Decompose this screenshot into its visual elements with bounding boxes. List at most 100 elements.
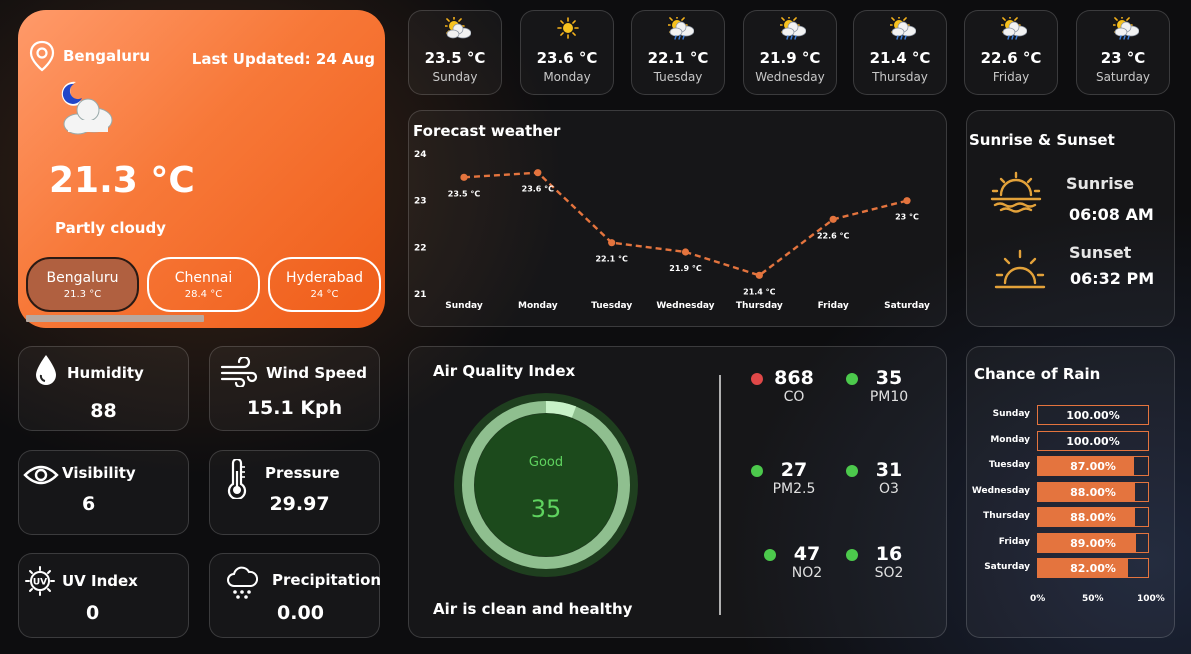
x-tick-label: Sunday: [445, 301, 483, 311]
city-scrollbar[interactable]: [26, 315, 204, 322]
rain-bar-label: 87.00%: [1070, 460, 1116, 473]
precipitation-value: 0.00: [277, 602, 324, 624]
rain-bar: 100.00%: [1037, 405, 1149, 425]
rain-row-friday: Friday 89.00%: [967, 532, 1176, 553]
pollutant-o3: 31 O3: [846, 459, 929, 497]
rain-row-saturday: Saturday 82.00%: [967, 558, 1176, 578]
pollutant-pm10: 35 PM10: [846, 367, 929, 405]
pollutant-no2: 47 NO2: [764, 543, 847, 581]
sun-cloud-rain-icon: [1113, 17, 1139, 41]
city-button-hyderabad[interactable]: Hyderabad 24 °C: [268, 257, 381, 312]
current-city: Bengaluru: [63, 47, 151, 65]
x-tick-label: Saturday: [884, 301, 930, 311]
rain-axis-label: 100%: [1137, 594, 1165, 604]
sun-icon: [557, 17, 583, 41]
pollutant-name: O3: [879, 481, 899, 497]
wind-speed-card: Wind Speed 15.1 Kph: [209, 346, 380, 431]
city-button-name: Bengaluru: [46, 270, 119, 286]
city-button-bengaluru[interactable]: Bengaluru 21.3 °C: [26, 257, 139, 312]
city-button-name: Chennai: [174, 270, 233, 286]
rain-row-thursday: Thursday 88.00%: [967, 507, 1176, 527]
aqi-footer: Air is clean and healthy: [433, 600, 633, 618]
rain-bar: 100.00%: [1037, 430, 1149, 451]
y-tick-label: 24: [414, 150, 427, 160]
day-card-friday: 22.6 °C Friday: [964, 10, 1058, 95]
day-card-wednesday: 21.9 °C Wednesday: [743, 10, 837, 95]
forecast-data-label: 21.4 °C: [743, 287, 776, 296]
day-temperature: 23.5 °C: [424, 49, 486, 67]
pressure-label: Pressure: [265, 464, 340, 482]
day-temperature: 22.1 °C: [647, 49, 709, 67]
sunrise-label: Sunrise: [1066, 174, 1135, 193]
rain-bar-label: 100.00%: [1066, 409, 1120, 422]
sunset-time: 06:32 PM: [1070, 269, 1155, 288]
aqi-title: Air Quality Index: [433, 362, 576, 380]
pollutant-name: PM10: [869, 389, 909, 405]
day-temperature: 23.6 °C: [536, 49, 598, 67]
sun-cloud-icon: [445, 17, 471, 41]
rain-bar: 82.00%: [1037, 558, 1149, 578]
aqi-gauge: [454, 393, 638, 577]
pressure-card: Pressure 29.97: [209, 450, 380, 535]
sunrise-sunset-card: Sunrise & Sunset Sunrise 06:08 AM Sunset…: [966, 110, 1175, 327]
forecast-point: [534, 169, 542, 177]
rain-bar-label: 82.00%: [1070, 562, 1116, 575]
rain-day-label: Wednesday: [971, 485, 1030, 496]
pollutant-name: NO2: [791, 565, 823, 581]
day-name: Saturday: [1095, 70, 1151, 84]
rain-day-label: Tuesday: [988, 460, 1030, 470]
sunrise-icon: [989, 169, 1043, 213]
rain-bar: 88.00%: [1037, 481, 1149, 502]
precipitation-card: Precipitation 0.00: [209, 553, 381, 638]
day-temperature: 23 °C: [1100, 49, 1146, 67]
x-tick-label: Tuesday: [591, 301, 632, 311]
sunset-icon: [993, 247, 1047, 291]
chance-of-rain-card: Chance of Rain Sunday 100.00% Monday 100.00…: [966, 346, 1175, 638]
rain-cloud-icon: [226, 566, 258, 600]
day-name: Tuesday: [653, 70, 703, 84]
visibility-value: 6: [82, 493, 96, 515]
day-name: Sunday: [432, 70, 478, 84]
wind-speed-value: 15.1 Kph: [246, 397, 343, 419]
uv-sun-icon: UV: [25, 566, 55, 596]
aqi-divider: [719, 375, 721, 615]
forecast-point: [755, 271, 763, 279]
city-button-name: Hyderabad: [286, 270, 363, 286]
pollutant-status-dot: [846, 373, 858, 385]
uv-index-label: UV Index: [62, 572, 138, 590]
city-button-temp: 28.4 °C: [184, 289, 223, 300]
pollutant-value: 31: [875, 459, 903, 481]
pollutant-status-dot: [751, 373, 763, 385]
pollutant-status-dot: [846, 549, 858, 561]
rain-day-label: Thursday: [983, 511, 1030, 521]
pollutant-status-dot: [751, 465, 763, 477]
pollutant-value: 35: [875, 367, 903, 389]
pollutant-name: SO2: [874, 565, 904, 581]
humidity-label: Humidity: [67, 364, 144, 382]
pressure-value: 29.97: [269, 493, 330, 515]
day-card-saturday: 23 °C Saturday: [1076, 10, 1170, 95]
forecast-data-label: 22.6 °C: [817, 231, 850, 240]
air-quality-card: Air Quality Index Good 35 Air is clean a…: [408, 346, 947, 638]
city-button-chennai[interactable]: Chennai 28.4 °C: [147, 257, 260, 312]
y-tick-label: 23: [414, 197, 427, 207]
day-card-monday: 23.6 °C Monday: [520, 10, 614, 95]
sun-cloud-rain-icon: [668, 17, 694, 41]
humidity-card: Humidity 88: [18, 346, 189, 431]
x-tick-label: Wednesday: [656, 301, 714, 311]
rain-row-tuesday: Tuesday 87.00%: [967, 456, 1176, 476]
forecast-point: [903, 197, 911, 205]
city-button-temp: 21.3 °C: [63, 289, 102, 300]
pollutant-value: 16: [875, 543, 903, 565]
day-name: Wednesday: [755, 70, 825, 84]
pollutant-so2: 16 SO2: [846, 543, 929, 581]
forecast-point: [460, 173, 468, 181]
x-tick-label: Thursday: [736, 301, 783, 311]
visibility-label: Visibility: [62, 464, 136, 482]
visibility-card: Visibility 6: [18, 450, 189, 535]
sun-cloud-rain-icon: [780, 17, 806, 41]
eye-icon: [23, 463, 59, 487]
forecast-data-label: 23 °C: [895, 213, 919, 222]
rain-title: Chance of Rain: [974, 365, 1101, 383]
rain-day-label: Saturday: [984, 562, 1030, 572]
